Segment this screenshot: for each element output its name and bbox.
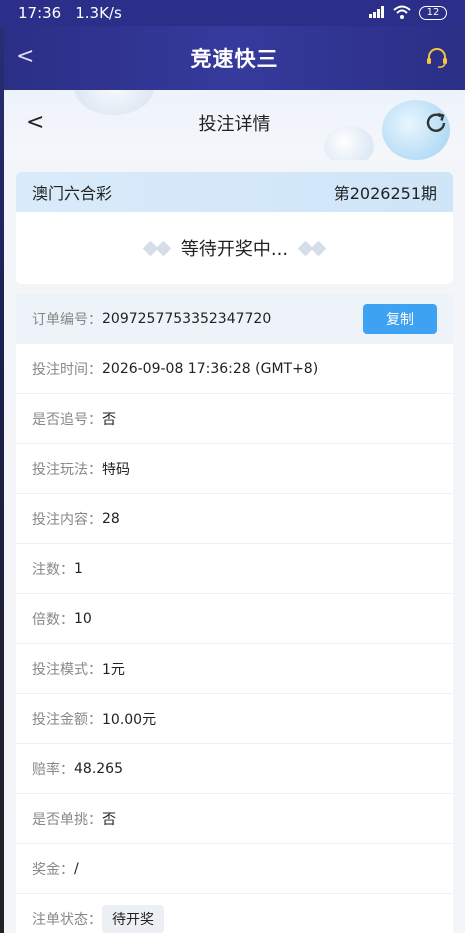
status-bar: 17:36 1.3K/s 12	[0, 0, 465, 26]
refresh-icon[interactable]	[423, 110, 449, 136]
row-label: 投注内容：	[32, 511, 102, 528]
battery-icon: 12	[419, 6, 447, 20]
row-value: 否	[102, 811, 116, 828]
row-value: 48.265	[74, 760, 123, 777]
page-title: 投注详情	[198, 114, 271, 135]
row-value: 1	[74, 560, 83, 577]
sub-header: < 投注详情	[4, 90, 465, 160]
row-value: 10.00元	[102, 711, 157, 728]
customer-service-icon[interactable]	[425, 46, 449, 70]
diamond-deco-icon	[142, 240, 172, 256]
row-value: 否	[102, 411, 116, 428]
row-label: 注单状态：	[32, 911, 102, 928]
row-label: 赔率：	[32, 761, 74, 778]
row-value: 1元	[102, 661, 125, 678]
wifi-icon	[393, 5, 411, 22]
lottery-period: 第2026251期	[333, 184, 437, 203]
diamond-deco-icon	[297, 240, 327, 256]
row-value: 10	[74, 610, 92, 627]
row-label: 奖金：	[32, 861, 74, 878]
detail-row: 投注玩法： 特码	[16, 444, 453, 494]
detail-row: 赔率： 48.265	[16, 744, 453, 794]
row-label: 是否追号：	[32, 411, 102, 428]
row-label: 投注时间：	[32, 361, 102, 378]
app-header: < 竞速快三	[4, 26, 465, 90]
network-speed: 1.3K/s	[75, 4, 122, 22]
detail-row: 注数： 1	[16, 544, 453, 594]
row-value: /	[74, 860, 79, 877]
draw-status: 等待开奖中...	[16, 212, 453, 284]
row-label: 倍数：	[32, 611, 74, 628]
bet-detail-page: < 投注详情 澳门六合彩 第2026251期 等待开奖中... 订单编号： 20…	[4, 90, 465, 933]
detail-row: 倍数： 10	[16, 594, 453, 644]
detail-row: 奖金： /	[16, 844, 453, 894]
bet-details-list: 订单编号： 2097257753352347720 复制 投注时间： 2026-0…	[16, 294, 453, 933]
detail-row: 是否单挑：否	[16, 794, 453, 844]
detail-row: 投注内容： 28	[16, 494, 453, 544]
row-label: 投注金额：	[32, 711, 102, 728]
app-title: 竞速快三	[190, 47, 279, 71]
status-badge: 待开奖	[102, 904, 164, 933]
status-icons: 12	[369, 5, 447, 22]
row-value: 特码	[102, 461, 130, 478]
app-back-button[interactable]: <	[16, 44, 34, 69]
row-label: 投注模式：	[32, 661, 102, 678]
row-label: 投注玩法：	[32, 461, 102, 478]
detail-row: 是否追号：否	[16, 394, 453, 444]
order-number-row: 订单编号： 2097257753352347720 复制	[16, 294, 453, 344]
row-label: 订单编号：	[32, 311, 102, 328]
lottery-name: 澳门六合彩	[32, 184, 113, 203]
waiting-text: 等待开奖中...	[180, 239, 289, 260]
row-label: 是否单挑：	[32, 811, 102, 828]
lottery-card: 澳门六合彩 第2026251期 等待开奖中...	[16, 172, 453, 284]
row-label: 注数：	[32, 561, 74, 578]
status-time: 17:36	[18, 4, 62, 22]
bet-status-row: 注单状态： 待开奖	[16, 894, 453, 933]
signal-icon	[369, 5, 385, 21]
lottery-card-header: 澳门六合彩 第2026251期	[16, 172, 453, 212]
copy-button[interactable]: 复制	[363, 303, 437, 334]
order-number-value: 2097257753352347720	[102, 310, 272, 327]
detail-row: 投注模式： 1元	[16, 644, 453, 694]
row-value: 2026-09-08 17:36:28 (GMT+8)	[102, 360, 319, 377]
row-value: 28	[102, 510, 120, 527]
detail-row: 投注时间： 2026-09-08 17:36:28 (GMT+8)	[16, 344, 453, 394]
detail-row: 投注金额： 10.00元	[16, 694, 453, 744]
